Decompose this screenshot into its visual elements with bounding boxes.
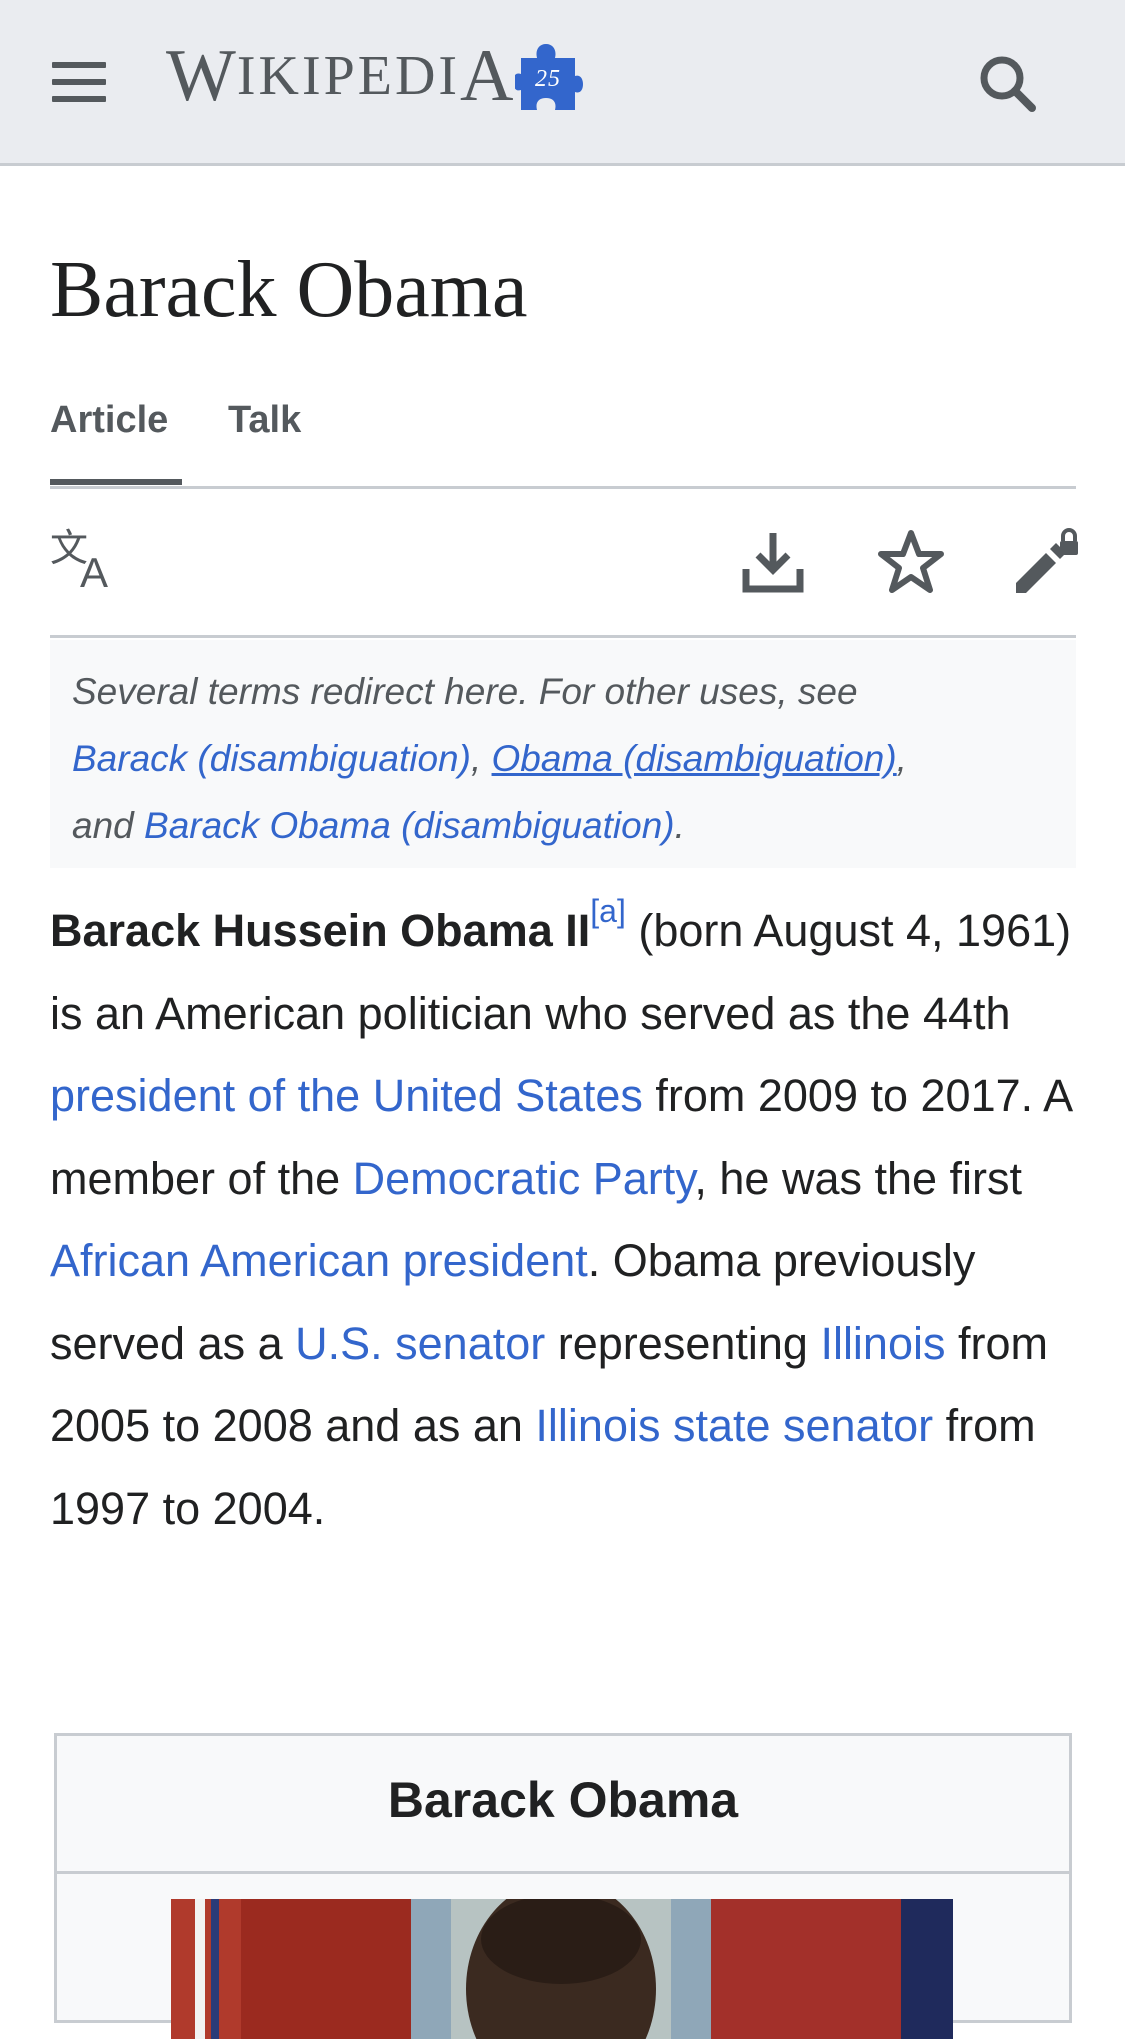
footnote-link[interactable]: [a] (590, 893, 626, 929)
wikipedia-wordmark[interactable]: W IKIPEDI A 25 (166, 36, 583, 116)
tab-article[interactable]: Article (50, 386, 182, 485)
watch-star-icon[interactable] (876, 527, 946, 597)
wordmark-final: A (460, 35, 515, 117)
article-tabs: Article Talk (50, 386, 1076, 489)
portrait-image[interactable] (171, 1899, 953, 2039)
wordmark-initial: W (166, 35, 237, 117)
edit-lock-icon[interactable] (1012, 527, 1082, 597)
wordmark-rest: IKIPEDI (236, 45, 461, 107)
lead-text: , he was the first (694, 1152, 1023, 1204)
top-header: W IKIPEDI A 25 (0, 0, 1125, 166)
hatnote-and: and (72, 805, 134, 846)
puzzle-piece-icon: 25 (514, 44, 583, 110)
tab-talk[interactable]: Talk (228, 386, 301, 482)
page-actions-toolbar: 文 A (50, 489, 1078, 638)
hatnote-intro: Several terms redirect here. For other u… (72, 671, 858, 712)
hatnote-separator: , (896, 738, 907, 779)
svg-text:25: 25 (535, 66, 561, 92)
link-illinois-state-senator[interactable]: Illinois state senator (535, 1400, 933, 1451)
subject-name: Barack Hussein Obama II (50, 905, 591, 956)
link-barack-disambiguation[interactable]: Barack (disambiguation) (72, 738, 471, 779)
link-african-american-president[interactable]: African American president (50, 1235, 588, 1286)
download-icon[interactable] (738, 527, 808, 597)
link-us-senator[interactable]: U.S. senator (295, 1318, 545, 1369)
link-barack-obama-disambiguation[interactable]: Barack Obama (disambiguation) (144, 805, 675, 846)
hatnote-separator: , (470, 738, 482, 779)
link-obama-disambiguation[interactable]: Obama (disambiguation) (492, 738, 897, 779)
hamburger-menu-icon[interactable] (46, 55, 112, 115)
infobox: Barack Obama (54, 1733, 1072, 2039)
link-democratic-party[interactable]: Democratic Party (353, 1153, 695, 1204)
search-icon[interactable] (976, 52, 1038, 114)
hatnote-period: . (674, 805, 685, 846)
lead-text: representing (545, 1317, 821, 1369)
infobox-title: Barack Obama (57, 1736, 1069, 1874)
link-illinois[interactable]: Illinois (820, 1318, 945, 1369)
link-president-us[interactable]: president of the United States (50, 1070, 643, 1121)
page-title: Barack Obama (50, 246, 528, 334)
language-icon[interactable]: 文 A (50, 526, 120, 597)
lead-paragraph: Barack Hussein Obama II[a] (born August … (50, 890, 1090, 1550)
hatnote: Several terms redirect here. For other u… (50, 640, 1076, 868)
svg-text:A: A (80, 549, 108, 596)
